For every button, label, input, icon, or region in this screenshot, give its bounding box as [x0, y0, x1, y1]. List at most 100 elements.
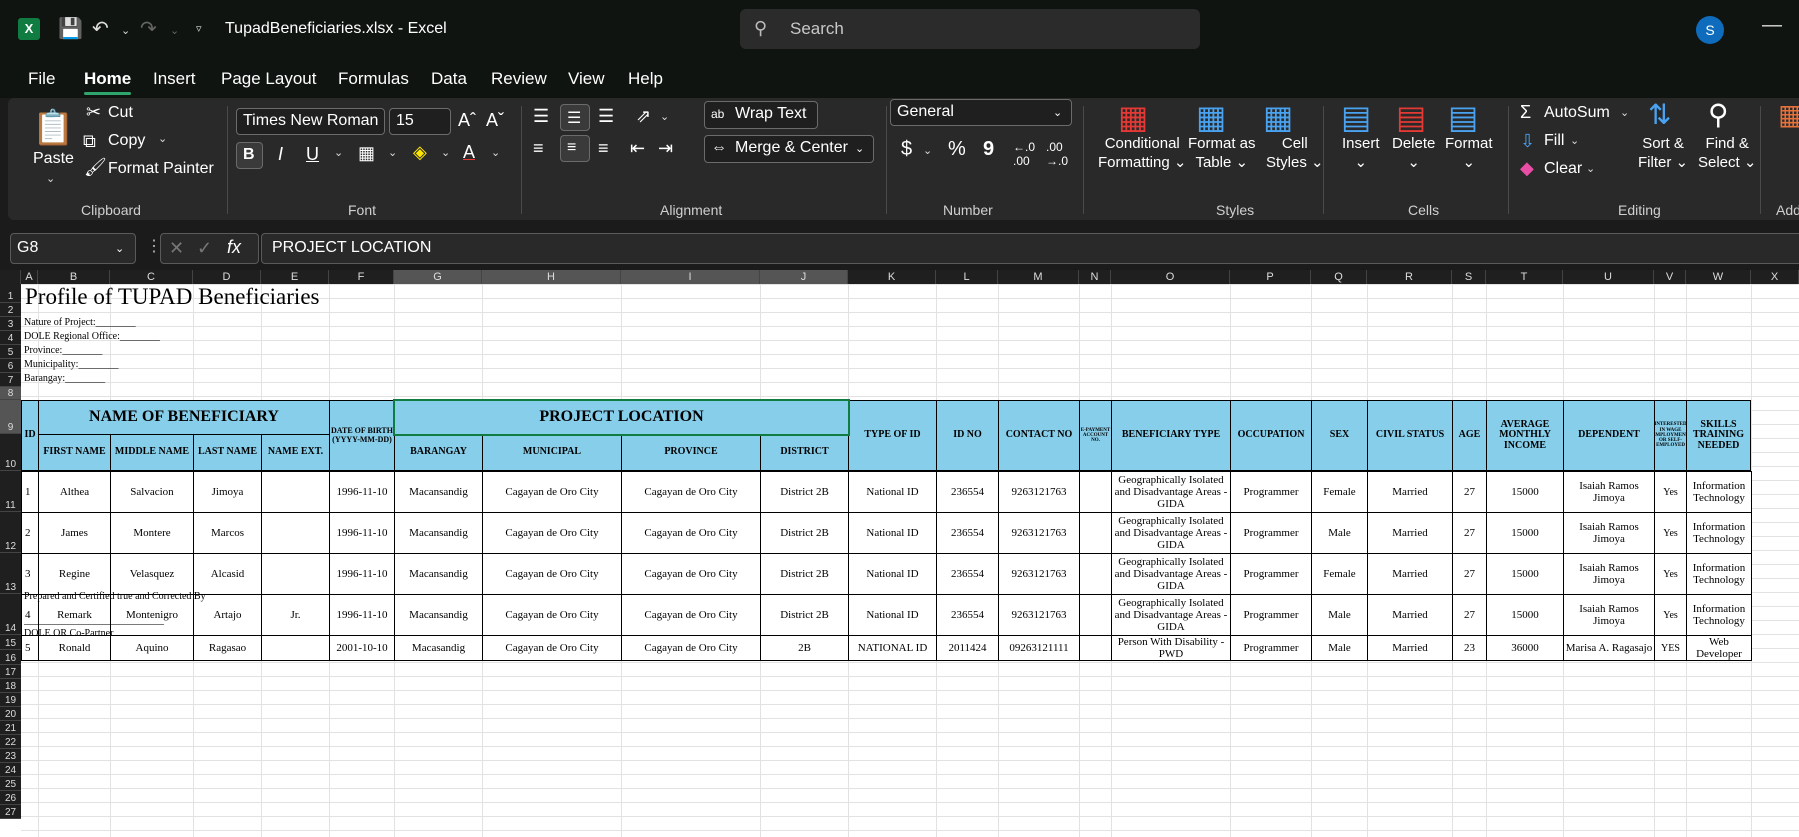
clear-dropdown-icon[interactable]: ⌄	[1586, 162, 1595, 175]
table-cell[interactable]: Macansandig	[394, 471, 483, 513]
autosum-icon[interactable]: Σ	[1520, 102, 1531, 123]
fill-dropdown-icon[interactable]: ⌄	[1570, 134, 1579, 147]
table-cell[interactable]: Yes	[1654, 553, 1687, 595]
customize-toolbar-icon[interactable]: ▿	[196, 22, 202, 35]
table-cell[interactable]: 9263121763	[998, 594, 1080, 636]
table-cell[interactable]: Female	[1311, 553, 1368, 595]
save-icon[interactable]: 💾	[58, 16, 83, 41]
table-cell[interactable]: Regine	[38, 553, 111, 595]
row-header-27[interactable]: 27	[0, 805, 21, 819]
paste-icon[interactable]: 📋	[32, 108, 74, 148]
table-cell[interactable]: 1996-11-10	[329, 594, 395, 636]
row-header-3[interactable]: 3	[0, 317, 21, 331]
borders-dropdown-icon[interactable]: ⌄	[388, 146, 397, 159]
percent-icon[interactable]: %	[948, 138, 966, 161]
table-cell[interactable]: 15000	[1486, 471, 1564, 513]
copy-icon[interactable]: ⧉	[83, 131, 96, 152]
tab-view[interactable]: View	[568, 69, 605, 89]
insert-cells-button[interactable]: Insert ⌄	[1342, 134, 1380, 172]
table-cell[interactable]: 27	[1452, 471, 1487, 513]
table-cell[interactable]: Programmer	[1230, 553, 1312, 595]
delete-cells-button[interactable]: Delete ⌄	[1392, 134, 1435, 172]
cancel-icon[interactable]: ✕	[169, 238, 184, 259]
table-cell[interactable]: Geographically Isolated and Disadvantage…	[1111, 471, 1231, 513]
table-cell[interactable]: Alcasid	[193, 553, 262, 595]
table-cell[interactable]	[1079, 594, 1112, 636]
table-cell[interactable]: Information Technology	[1686, 471, 1752, 513]
column-header-s[interactable]: S	[1452, 270, 1486, 284]
table-cell[interactable]: Cagayan de Oro City	[621, 553, 761, 595]
column-header-j[interactable]: J	[760, 270, 848, 284]
table-cell[interactable]: 15000	[1486, 594, 1564, 636]
table-cell[interactable]: National ID	[848, 471, 937, 513]
column-header-n[interactable]: N	[1079, 270, 1111, 284]
row-header-14[interactable]: 14	[0, 594, 21, 635]
column-header-q[interactable]: Q	[1311, 270, 1367, 284]
table-cell[interactable]: Male	[1311, 594, 1368, 636]
clear-icon[interactable]: ◆	[1520, 158, 1534, 179]
fill-button[interactable]: Fill	[1544, 132, 1564, 150]
row-header-5[interactable]: 5	[0, 345, 21, 359]
find-select-button[interactable]: Find & Select ⌄	[1698, 134, 1756, 172]
table-cell[interactable]: Isaiah Ramos Jimoya	[1563, 553, 1655, 595]
table-cell[interactable]: Marcos	[193, 512, 262, 554]
format-as-table-button[interactable]: Format as Table ⌄	[1188, 134, 1256, 172]
table-cell[interactable]: Jr.	[261, 594, 330, 636]
table-cell[interactable]: Programmer	[1230, 594, 1312, 636]
tab-page-layout[interactable]: Page Layout	[221, 69, 316, 89]
table-cell[interactable]: Macasandig	[394, 635, 483, 661]
decrease-indent-icon[interactable]: ⇤	[630, 138, 645, 159]
borders-icon[interactable]: ▦	[358, 143, 375, 164]
header-project-location[interactable]: PROJECT LOCATION	[394, 400, 849, 435]
number-format-select[interactable]: General ⌄	[890, 99, 1072, 126]
decrease-decimal-icon[interactable]: .00 →.0	[1046, 140, 1068, 168]
table-cell[interactable]: Female	[1311, 471, 1368, 513]
align-top-icon[interactable]: ☰	[533, 106, 549, 127]
table-cell[interactable]: Cagayan de Oro City	[482, 594, 622, 636]
table-cell[interactable]: 1996-11-10	[329, 512, 395, 554]
table-cell[interactable]: Married	[1367, 512, 1453, 554]
column-header-u[interactable]: U	[1563, 270, 1654, 284]
align-bottom-icon[interactable]: ☰	[598, 106, 614, 127]
row-header-26[interactable]: 26	[0, 791, 21, 805]
row-header-16[interactable]: 16	[0, 650, 21, 665]
grow-font-icon[interactable]: Aˆ	[458, 110, 476, 131]
table-cell[interactable]: Cagayan de Oro City	[621, 471, 761, 513]
table-cell[interactable]	[1079, 635, 1112, 661]
table-cell[interactable]: Isaiah Ramos Jimoya	[1563, 594, 1655, 636]
table-cell[interactable]: YES	[1654, 635, 1687, 661]
table-cell[interactable]: Montere	[110, 512, 194, 554]
paste-dropdown-icon[interactable]: ⌄	[46, 172, 55, 185]
undo-icon[interactable]: ↶	[92, 16, 109, 41]
autosum-dropdown-icon[interactable]: ⌄	[1620, 106, 1629, 119]
column-header-o[interactable]: O	[1111, 270, 1230, 284]
column-header-c[interactable]: C	[110, 270, 193, 284]
tab-review[interactable]: Review	[491, 69, 547, 89]
autosum-button[interactable]: AutoSum	[1544, 104, 1610, 122]
table-cell[interactable]: 236554	[936, 594, 999, 636]
font-color-dropdown-icon[interactable]: ⌄	[491, 146, 500, 159]
orientation-icon[interactable]: ⇗	[636, 106, 651, 127]
column-header-f[interactable]: F	[329, 270, 394, 284]
row-header-6[interactable]: 6	[0, 359, 21, 373]
redo-icon[interactable]: ↷	[140, 16, 157, 41]
row-header-18[interactable]: 18	[0, 679, 21, 693]
format-painter-button[interactable]: Format Painter	[108, 160, 214, 178]
table-cell[interactable]: Marisa A. Ragasajo	[1563, 635, 1655, 661]
increase-indent-icon[interactable]: ⇥	[658, 138, 673, 159]
column-header-d[interactable]: D	[193, 270, 261, 284]
column-header-x[interactable]: X	[1751, 270, 1799, 284]
table-cell[interactable]: 9263121763	[998, 471, 1080, 513]
row-header-13[interactable]: 13	[0, 553, 21, 594]
italic-icon[interactable]: I	[278, 144, 283, 165]
increase-decimal-icon[interactable]: ←.0.00	[1013, 140, 1035, 168]
table-cell[interactable]: Geographically Isolated and Disadvantage…	[1111, 594, 1231, 636]
font-color-icon[interactable]: A	[463, 142, 475, 163]
bold-button[interactable]: B	[236, 142, 263, 169]
column-header-w[interactable]: W	[1686, 270, 1751, 284]
align-left-icon[interactable]: ≡	[533, 138, 544, 159]
name-box[interactable]: G8 ⌄	[10, 233, 136, 264]
table-cell[interactable]: Macansandig	[394, 594, 483, 636]
table-cell[interactable]: 27	[1452, 512, 1487, 554]
table-cell[interactable]: Male	[1311, 512, 1368, 554]
